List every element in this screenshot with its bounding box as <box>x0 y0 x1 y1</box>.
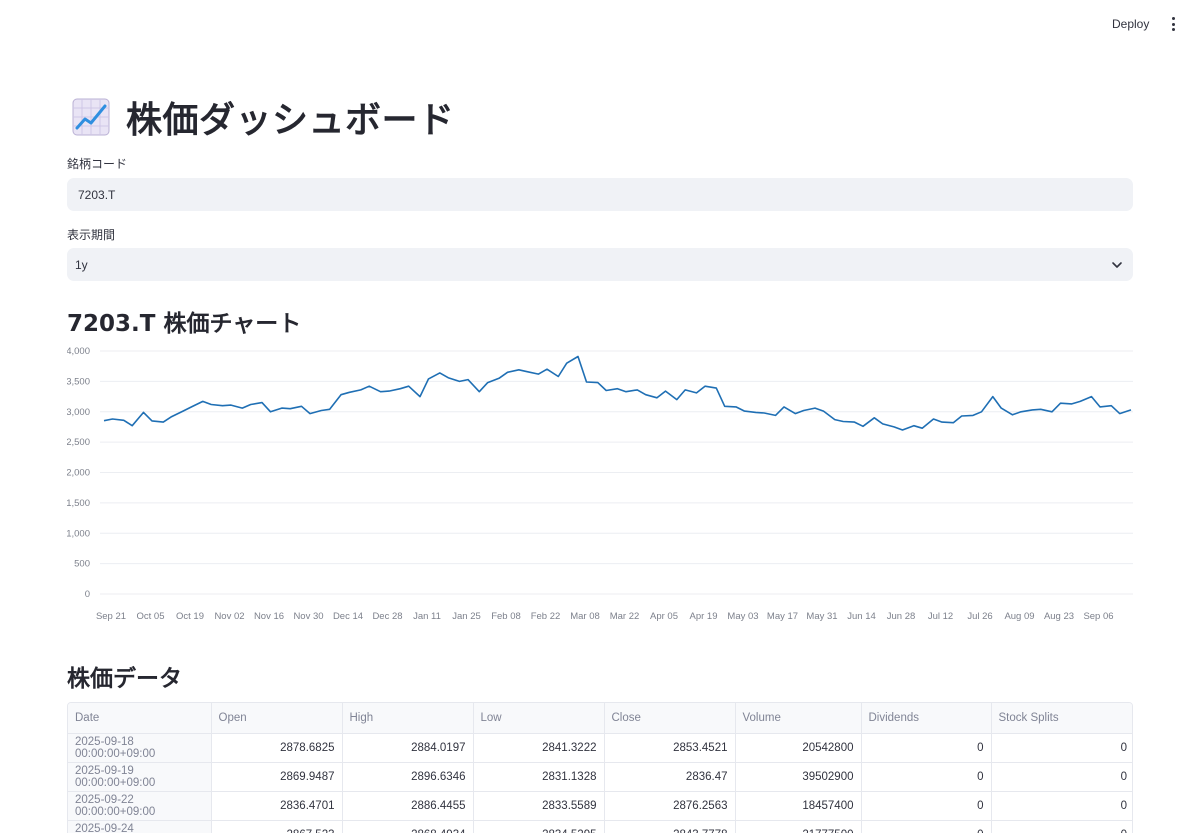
top-toolbar: Deploy <box>0 0 1200 48</box>
close-price-line[interactable] <box>103 355 1132 431</box>
x-tick-label: Feb 08 <box>491 611 521 622</box>
column-header[interactable]: Date <box>68 703 212 734</box>
chart-increasing-icon <box>72 98 110 136</box>
table-row[interactable]: 2025-09-19 00:00:00+09:00 2869.9487 2896.6… <box>68 762 1132 792</box>
y-tick-label: 3,500 <box>67 376 90 387</box>
price-line-chart[interactable]: 0 500 1,000 1,500 2,000 2,500 3,000 3,500 4,000 S… <box>67 340 1133 630</box>
table-cell: 0 <box>991 820 1132 833</box>
x-tick-label: Jul 26 <box>967 611 992 622</box>
table-row[interactable]: 2025-09-24 00:00:00+09:002867.5232868.49… <box>68 820 1132 833</box>
y-tick-label: 1,500 <box>67 498 90 509</box>
table-cell: 2886.4455 <box>342 791 474 821</box>
y-tick-label: 3,000 <box>67 407 90 418</box>
column-header[interactable]: Close <box>604 703 736 734</box>
deploy-button[interactable]: Deploy <box>1106 15 1155 33</box>
period-selected-value: 1y <box>75 257 88 272</box>
column-header[interactable]: High <box>342 703 474 734</box>
column-header[interactable]: Volume <box>735 703 862 734</box>
table-cell: 2884.0197 <box>342 733 474 763</box>
y-tick-label: 500 <box>74 559 90 570</box>
x-tick-label: Jan 11 <box>413 611 441 622</box>
column-header[interactable]: Open <box>211 703 343 734</box>
x-tick-label: Aug 23 <box>1044 611 1074 622</box>
table-cell: 0 <box>861 791 992 821</box>
table-row[interactable]: 2025-09-22 00:00:00+09:00 2836.4701 2886.4… <box>68 791 1132 821</box>
x-tick-label: Jun 14 <box>847 611 876 622</box>
table-cell: 0 <box>991 762 1132 792</box>
table-cell: 2843.7778 <box>604 820 736 833</box>
table-cell: 2876.2563 <box>604 791 736 821</box>
column-header[interactable]: Stock Splits <box>991 703 1132 734</box>
table-row[interactable]: 2025-09-18 00:00:00+09:00 2878.6825 2884.0… <box>68 733 1132 763</box>
x-tick-label: Nov 02 <box>214 611 244 622</box>
column-header[interactable]: Dividends <box>861 703 992 734</box>
y-tick-label: 2,500 <box>67 437 90 448</box>
x-tick-label: May 17 <box>767 611 798 622</box>
period-label: 表示期間 <box>67 228 116 242</box>
table-cell: 2831.1328 <box>473 762 605 792</box>
x-tick-label: Apr 19 <box>690 611 718 622</box>
x-tick-label: Mar 22 <box>610 611 640 622</box>
table-cell: 2878.6825 <box>211 733 343 763</box>
x-tick-label: Apr 05 <box>650 611 678 622</box>
table-cell: 18457400 <box>735 791 862 821</box>
table-cell: 2833.5589 <box>473 791 605 821</box>
ticker-label: 銘柄コード <box>67 157 128 171</box>
table-header-row: Date Open High Low Close Volume Dividends Stock… <box>68 703 1132 734</box>
y-tick-label: 2,000 <box>67 468 90 479</box>
page-header: 株価ダッシュボード <box>67 94 455 141</box>
x-tick-label: Feb 22 <box>531 611 561 622</box>
y-tick-label: 4,000 <box>67 346 90 357</box>
table-cell: 0 <box>861 733 992 763</box>
page-title: 株価ダッシュボード <box>126 100 455 141</box>
chevron-down-icon <box>1112 261 1122 268</box>
x-tick-label: Aug 09 <box>1004 611 1034 622</box>
x-tick-label: Sep 06 <box>1083 611 1113 622</box>
table-cell: 0 <box>861 762 992 792</box>
table-cell: 0 <box>861 820 992 833</box>
table-cell: 2867.523 <box>211 820 343 833</box>
table-cell: 0 <box>991 733 1132 763</box>
table-title: 株価データ <box>67 666 182 692</box>
x-tick-label: Nov 16 <box>254 611 284 622</box>
x-tick-label: May 03 <box>727 611 758 622</box>
table-cell: 2025-09-22 00:00:00+09:00 <box>68 791 212 821</box>
kebab-menu-icon[interactable] <box>1166 16 1180 32</box>
table-cell: 2025-09-19 00:00:00+09:00 <box>68 762 212 792</box>
table-cell: 2836.47 <box>604 762 736 792</box>
table-cell: 2025-09-24 00:00:00+09:00 <box>68 820 212 833</box>
x-tick-label: Sep 21 <box>96 611 126 622</box>
table-cell: 20542800 <box>735 733 862 763</box>
table-cell: 2025-09-18 00:00:00+09:00 <box>68 733 212 763</box>
table-cell: 2836.4701 <box>211 791 343 821</box>
column-header[interactable]: Low <box>473 703 605 734</box>
x-tick-label: May 31 <box>806 611 837 622</box>
x-tick-label: Mar 08 <box>570 611 600 622</box>
y-tick-label: 1,000 <box>67 528 90 539</box>
table-cell: 21777500 <box>735 820 862 833</box>
table-cell: 2868.4934 <box>342 820 474 833</box>
chart-title: 7203.T 株価チャート <box>67 311 302 337</box>
price-data-table[interactable]: Date Open High Low Close Volume Dividends Stock… <box>67 702 1133 833</box>
ticker-input[interactable] <box>67 178 1133 211</box>
x-tick-label: Nov 30 <box>293 611 323 622</box>
table-cell: 39502900 <box>735 762 862 792</box>
x-tick-label: Jul 12 <box>928 611 953 622</box>
x-tick-label: Dec 14 <box>333 611 363 622</box>
x-tick-label: Dec 28 <box>372 611 402 622</box>
x-tick-label: Jan 25 <box>452 611 481 622</box>
table-cell: 2869.9487 <box>211 762 343 792</box>
x-tick-label: Oct 19 <box>176 611 204 622</box>
table-cell: 2834.5295 <box>473 820 605 833</box>
x-tick-label: Jun 28 <box>887 611 916 622</box>
x-tick-label: Oct 05 <box>137 611 165 622</box>
y-tick-label: 0 <box>85 589 90 600</box>
table-cell: 0 <box>991 791 1132 821</box>
table-cell: 2896.6346 <box>342 762 474 792</box>
table-cell: 2841.3222 <box>473 733 605 763</box>
period-select[interactable]: 1y <box>67 248 1133 281</box>
table-cell: 2853.4521 <box>604 733 736 763</box>
